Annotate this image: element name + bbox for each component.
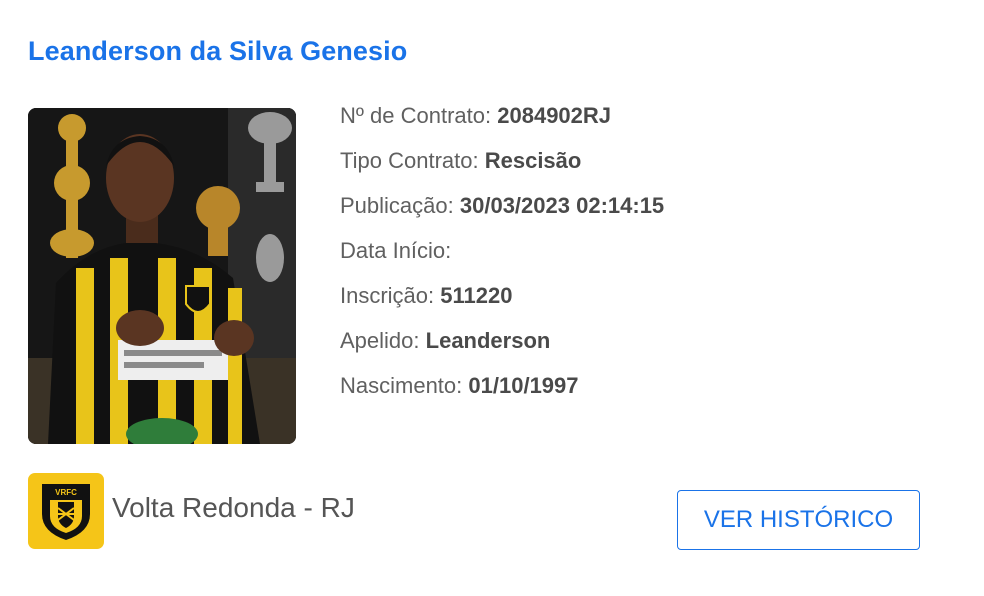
publication-row: Publicação: 30/03/2023 02:14:15	[340, 190, 664, 235]
club-logo-text: VRFC	[55, 488, 77, 497]
player-card: Leanderson da Silva Genesio Nº de Contra…	[0, 0, 984, 596]
contract-number-value: 2084902RJ	[497, 103, 612, 128]
registration-label: Inscrição:	[340, 283, 435, 308]
registration-row: Inscrição: 511220	[340, 280, 664, 325]
club-logo: VRFC	[28, 473, 104, 549]
contract-type-label: Tipo Contrato:	[340, 148, 479, 173]
club-name[interactable]: Volta Redonda - RJ	[112, 492, 355, 524]
nickname-row: Apelido: Leanderson	[340, 325, 664, 370]
nickname-value: Leanderson	[425, 328, 551, 353]
view-history-button[interactable]: VER HISTÓRICO	[677, 490, 920, 550]
contract-type-value: Rescisão	[484, 148, 582, 173]
contract-details: Nº de Contrato: 2084902RJ Tipo Contrato:…	[340, 100, 664, 415]
birth-date-row: Nascimento: 01/10/1997	[340, 370, 664, 415]
contract-type-row: Tipo Contrato: Rescisão	[340, 145, 664, 190]
start-date-row: Data Início:	[340, 235, 664, 280]
publication-label: Publicação:	[340, 193, 454, 218]
registration-value: 511220	[440, 283, 513, 308]
start-date-label: Data Início:	[340, 238, 452, 263]
player-photo	[28, 108, 296, 444]
publication-value: 30/03/2023 02:14:15	[459, 193, 665, 218]
birth-date-value: 01/10/1997	[468, 373, 579, 398]
birth-date-label: Nascimento:	[340, 373, 463, 398]
player-name[interactable]: Leanderson da Silva Genesio	[28, 36, 407, 67]
nickname-label: Apelido:	[340, 328, 420, 353]
club-info: VRFC Volta Redonda - RJ	[28, 473, 355, 549]
contract-number-label: Nº de Contrato:	[340, 103, 492, 128]
contract-number-row: Nº de Contrato: 2084902RJ	[340, 100, 664, 145]
